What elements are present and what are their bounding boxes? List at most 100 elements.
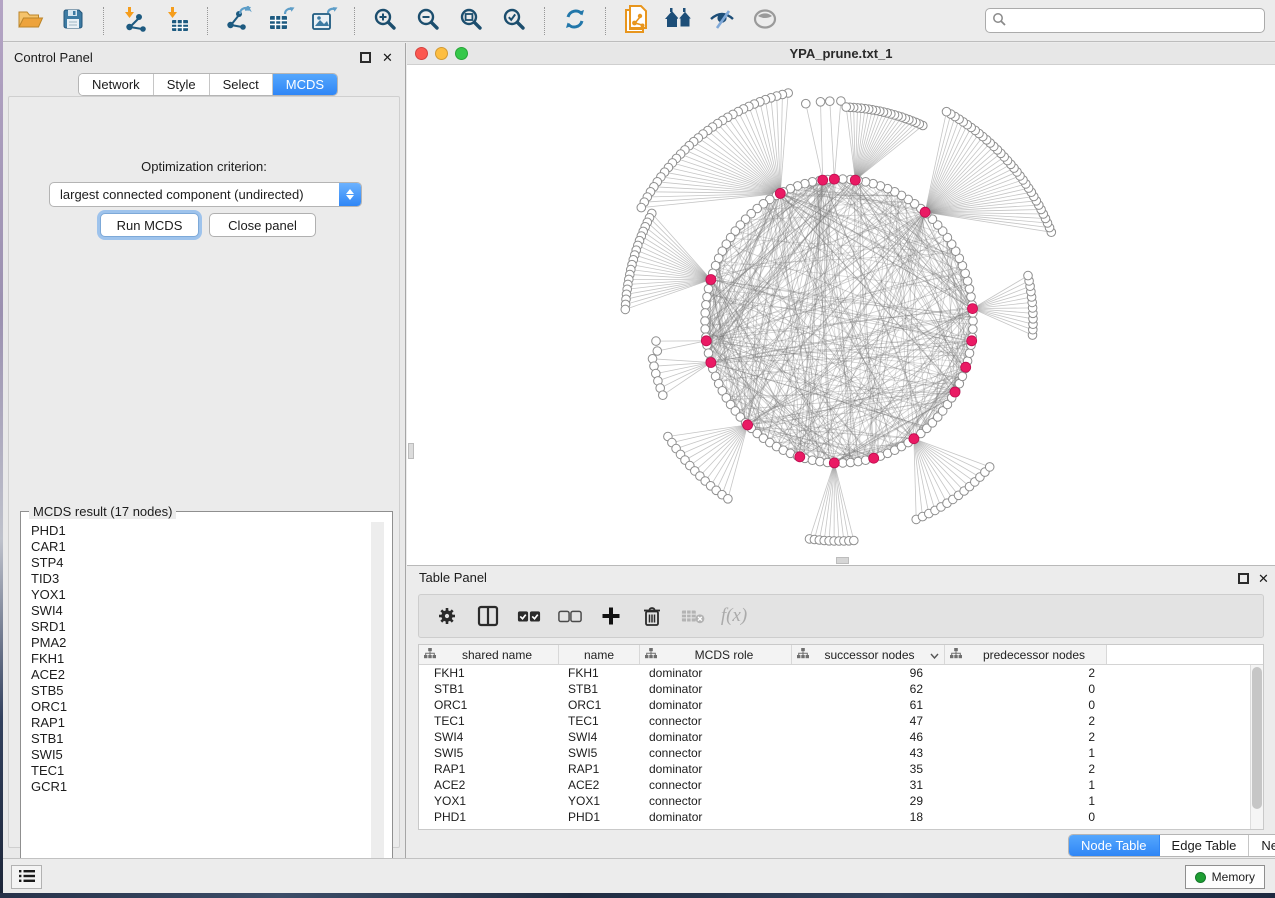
export-image-button[interactable]: [307, 5, 341, 37]
tab-edge-table[interactable]: Edge Table: [1160, 835, 1250, 856]
column-header-name[interactable]: name: [559, 645, 640, 664]
close-panel-icon[interactable]: ✕: [382, 52, 393, 63]
table-row[interactable]: RAP1RAP1dominator352: [419, 761, 1263, 777]
search-box[interactable]: [985, 8, 1265, 33]
cell-successor-nodes[interactable]: 18: [792, 809, 945, 825]
cell-shared-name[interactable]: SWI4: [419, 729, 559, 745]
table-row[interactable]: PHD1PHD1dominator180: [419, 809, 1263, 825]
mcds-result-item[interactable]: GCR1: [22, 778, 374, 794]
cell-mcds-role[interactable]: dominator: [640, 697, 792, 713]
mcds-result-item[interactable]: STB5: [22, 682, 374, 698]
float-panel-icon[interactable]: [360, 52, 371, 63]
run-mcds-button[interactable]: Run MCDS: [100, 213, 199, 237]
tab-network[interactable]: Network: [79, 74, 154, 95]
tab-node-table[interactable]: Node Table: [1069, 835, 1160, 856]
cell-shared-name[interactable]: TEC1: [419, 713, 559, 729]
cell-successor-nodes[interactable]: 43: [792, 745, 945, 761]
cell-mcds-role[interactable]: connector: [640, 713, 792, 729]
import-network-button[interactable]: [117, 5, 151, 37]
home-button[interactable]: [662, 5, 696, 37]
mcds-result-item[interactable]: SWI5: [22, 746, 374, 762]
cell-mcds-role[interactable]: connector: [640, 777, 792, 793]
table-row[interactable]: SWI5SWI5connector431: [419, 745, 1263, 761]
close-panel-button[interactable]: Close panel: [209, 213, 316, 237]
cell-name[interactable]: FKH1: [559, 665, 640, 681]
cell-shared-name[interactable]: STB1: [419, 681, 559, 697]
tab-mcds[interactable]: MCDS: [273, 74, 337, 95]
import-table-button[interactable]: [160, 5, 194, 37]
search-input[interactable]: [1010, 14, 1258, 28]
cell-successor-nodes[interactable]: 31: [792, 777, 945, 793]
cell-predecessor-nodes[interactable]: 0: [945, 809, 1107, 825]
cell-predecessor-nodes[interactable]: 2: [945, 761, 1107, 777]
column-header-shared-name[interactable]: shared name: [419, 645, 559, 664]
cell-name[interactable]: SWI4: [559, 729, 640, 745]
save-session-button[interactable]: [56, 5, 90, 37]
cell-mcds-role[interactable]: connector: [640, 745, 792, 761]
cell-successor-nodes[interactable]: 61: [792, 697, 945, 713]
cell-predecessor-nodes[interactable]: 2: [945, 729, 1107, 745]
zoom-selected-button[interactable]: [497, 5, 531, 37]
memory-button[interactable]: Memory: [1185, 865, 1265, 889]
column-header-mcds-role[interactable]: MCDS role: [640, 645, 792, 664]
table-row[interactable]: ORC1ORC1dominator610: [419, 697, 1263, 713]
mcds-result-item[interactable]: SRD1: [22, 618, 374, 634]
cell-shared-name[interactable]: SWI5: [419, 745, 559, 761]
mcds-result-item[interactable]: SWI4: [22, 602, 374, 618]
horizontal-splitter-handle[interactable]: [836, 557, 849, 564]
cell-shared-name[interactable]: RAP1: [419, 761, 559, 777]
cell-predecessor-nodes[interactable]: 0: [945, 697, 1107, 713]
cell-mcds-role[interactable]: dominator: [640, 809, 792, 825]
hide-graphics-details-button[interactable]: [705, 5, 739, 37]
cell-mcds-role[interactable]: connector: [640, 793, 792, 809]
cell-shared-name[interactable]: ORC1: [419, 697, 559, 713]
vertical-splitter-handle[interactable]: [408, 443, 414, 459]
close-panel-icon[interactable]: ✕: [1258, 573, 1269, 584]
refresh-view-button[interactable]: [558, 5, 592, 37]
delete-columns-icon[interactable]: [640, 604, 664, 628]
sort-chevron-icon[interactable]: [930, 648, 939, 662]
table-row[interactable]: SWI4SWI4dominator462: [419, 729, 1263, 745]
table-row[interactable]: STB1STB1dominator620: [419, 681, 1263, 697]
table-row[interactable]: ACE2ACE2connector311: [419, 777, 1263, 793]
mcds-result-item[interactable]: RAP1: [22, 714, 374, 730]
tab-select[interactable]: Select: [210, 74, 273, 95]
cell-mcds-role[interactable]: dominator: [640, 729, 792, 745]
table-mode-gear-icon[interactable]: [435, 604, 459, 628]
table-row[interactable]: FKH1FKH1dominator962: [419, 665, 1263, 681]
cell-successor-nodes[interactable]: 46: [792, 729, 945, 745]
mcds-result-item[interactable]: STB1: [22, 730, 374, 746]
create-column-icon[interactable]: [599, 604, 623, 628]
mcds-result-item[interactable]: YOX1: [22, 586, 374, 602]
column-header-predecessor-nodes[interactable]: predecessor nodes: [945, 645, 1107, 664]
show-graphics-details-button[interactable]: [748, 5, 782, 37]
cell-predecessor-nodes[interactable]: 0: [945, 681, 1107, 697]
cell-successor-nodes[interactable]: 35: [792, 761, 945, 777]
import-network-database-button[interactable]: [619, 5, 653, 37]
cell-name[interactable]: ACE2: [559, 777, 640, 793]
mcds-result-item[interactable]: FKH1: [22, 650, 374, 666]
cell-successor-nodes[interactable]: 62: [792, 681, 945, 697]
cell-predecessor-nodes[interactable]: 1: [945, 777, 1107, 793]
cell-successor-nodes[interactable]: 47: [792, 713, 945, 729]
select-all-icon[interactable]: [517, 604, 541, 628]
tab-network-table[interactable]: Network Table: [1249, 835, 1275, 856]
cell-successor-nodes[interactable]: 29: [792, 793, 945, 809]
optimization-criterion-select[interactable]: largest connected component (undirected): [49, 182, 362, 207]
mcds-result-item[interactable]: TEC1: [22, 762, 374, 778]
cell-name[interactable]: PHD1: [559, 809, 640, 825]
table-row[interactable]: TEC1TEC1connector472: [419, 713, 1263, 729]
cell-name[interactable]: YOX1: [559, 793, 640, 809]
cell-mcds-role[interactable]: dominator: [640, 665, 792, 681]
cell-name[interactable]: ORC1: [559, 697, 640, 713]
table-row[interactable]: YOX1YOX1connector291: [419, 793, 1263, 809]
show-columns-icon[interactable]: [476, 604, 500, 628]
mcds-result-item[interactable]: ORC1: [22, 698, 374, 714]
mcds-result-scrollbar[interactable]: [371, 522, 384, 877]
cell-predecessor-nodes[interactable]: 1: [945, 793, 1107, 809]
zoom-fit-button[interactable]: [454, 5, 488, 37]
network-canvas[interactable]: [407, 65, 1275, 565]
unselect-all-icon[interactable]: [558, 604, 582, 628]
tab-style[interactable]: Style: [154, 74, 210, 95]
float-panel-icon[interactable]: [1238, 573, 1249, 584]
